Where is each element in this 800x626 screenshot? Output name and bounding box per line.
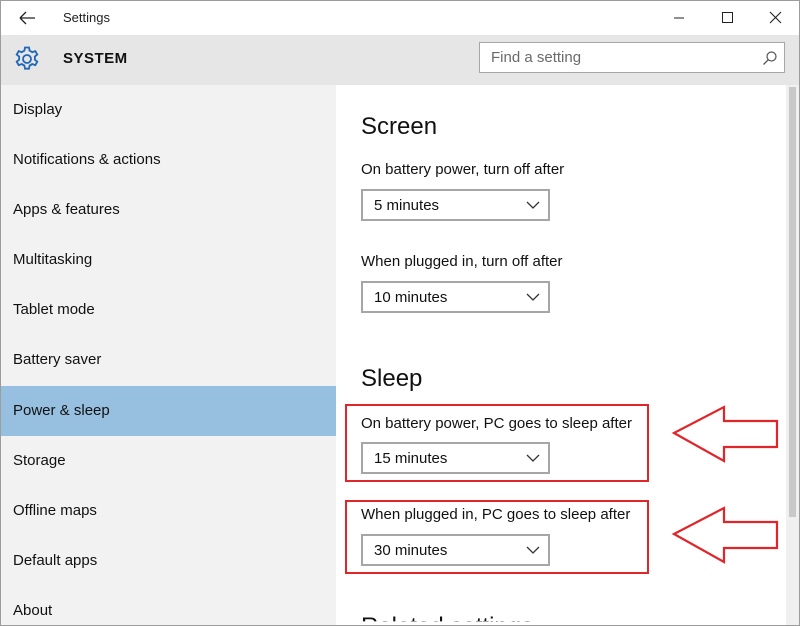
sleep-section-title: Sleep (361, 365, 423, 392)
sleep-plugged-value: 30 minutes (374, 542, 448, 559)
sidebar-item-multitasking[interactable]: Multitasking (1, 235, 336, 285)
chevron-down-icon (526, 201, 540, 209)
screen-plugged-label: When plugged in, turn off after (361, 253, 563, 270)
sleep-battery-dropdown[interactable]: 15 minutes (361, 442, 550, 474)
back-button[interactable] (11, 5, 43, 31)
maximize-button[interactable] (705, 3, 749, 33)
related-settings-title: Related settings (361, 613, 533, 621)
content-pane: Screen On battery power, turn off after … (336, 85, 786, 625)
sidebar-item-about[interactable]: About (1, 586, 336, 625)
page-title: SYSTEM (63, 50, 128, 67)
minimize-icon (674, 17, 684, 19)
gear-icon (15, 46, 39, 70)
content-scrollbar[interactable] (786, 85, 799, 625)
screen-battery-value: 5 minutes (374, 197, 440, 214)
screen-plugged-dropdown[interactable]: 10 minutes (361, 281, 550, 313)
window-title: Settings (63, 10, 110, 25)
minimize-button[interactable] (657, 3, 701, 33)
sidebar-item-storage[interactable]: Storage (1, 436, 336, 486)
sidebar-nav: Display Notifications & actions Apps & f… (1, 85, 336, 625)
title-bar: Settings (1, 1, 799, 35)
sidebar-item-battery-saver[interactable]: Battery saver (1, 335, 336, 385)
screen-battery-dropdown[interactable]: 5 minutes (361, 189, 550, 221)
screen-plugged-value: 10 minutes (374, 289, 448, 306)
back-arrow-icon (19, 11, 35, 25)
search-input[interactable] (480, 43, 761, 72)
sidebar-item-power-sleep[interactable]: Power & sleep (1, 386, 336, 436)
sidebar-item-display[interactable]: Display (1, 85, 336, 135)
search-box[interactable] (479, 42, 785, 73)
close-button[interactable] (753, 3, 797, 33)
sidebar-item-apps[interactable]: Apps & features (1, 185, 336, 235)
chevron-down-icon (526, 454, 540, 462)
sidebar-item-notifications[interactable]: Notifications & actions (1, 135, 336, 185)
close-icon (769, 11, 782, 24)
system-header: SYSTEM (1, 35, 799, 85)
sleep-plugged-dropdown[interactable]: 30 minutes (361, 534, 550, 566)
screen-battery-label: On battery power, turn off after (361, 161, 565, 178)
sleep-battery-label: On battery power, PC goes to sleep after (361, 415, 632, 432)
scrollbar-thumb[interactable] (789, 87, 796, 517)
chevron-down-icon (526, 546, 540, 554)
search-icon[interactable] (762, 50, 778, 66)
settings-window: Settings SYSTEM Find a setting Display N… (0, 0, 800, 626)
screen-section-title: Screen (361, 113, 438, 140)
sidebar-item-tablet-mode[interactable]: Tablet mode (1, 285, 336, 335)
sidebar-item-offline-maps[interactable]: Offline maps (1, 486, 336, 536)
sidebar-item-default-apps[interactable]: Default apps (1, 536, 336, 586)
maximize-icon (722, 12, 733, 23)
sleep-plugged-label: When plugged in, PC goes to sleep after (361, 506, 631, 523)
chevron-down-icon (526, 293, 540, 301)
sleep-battery-value: 15 minutes (374, 450, 448, 467)
